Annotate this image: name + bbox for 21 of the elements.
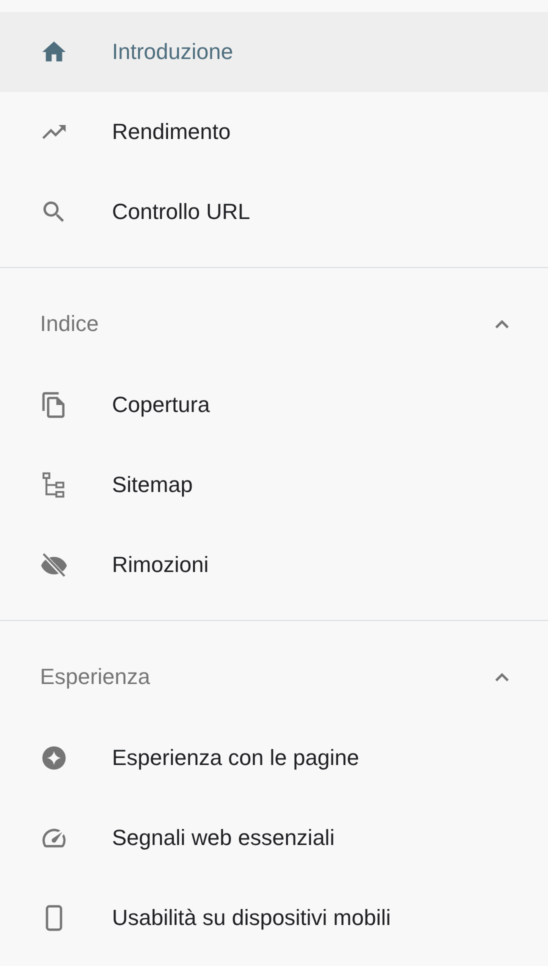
nav-item[interactable]: Introduzione xyxy=(0,12,548,92)
nav-item[interactable]: Esperienza con le pagine xyxy=(0,718,548,798)
eye-off-icon xyxy=(40,551,68,579)
nav-item[interactable]: Rendimento xyxy=(0,92,548,172)
section-title: Esperienza xyxy=(40,664,150,690)
nav-item[interactable]: Sitemap xyxy=(0,445,548,525)
nav-item[interactable]: Rimozioni xyxy=(0,525,548,605)
section-title: Indice xyxy=(40,311,99,337)
nav-label: Controllo URL xyxy=(112,199,250,225)
nav-item[interactable]: Usabilità su dispositivi mobili xyxy=(0,878,548,958)
nav-item[interactable]: Segnali web essenziali xyxy=(0,798,548,878)
nav-label: Segnali web essenziali xyxy=(112,825,335,851)
nav-label: Introduzione xyxy=(112,39,234,65)
nav-label: Sitemap xyxy=(112,472,193,498)
nav-item[interactable]: Copertura xyxy=(0,365,548,445)
nav-label: Rimozioni xyxy=(112,552,209,578)
nav-label: Copertura xyxy=(112,392,210,418)
nav-label: Usabilità su dispositivi mobili xyxy=(112,905,391,931)
nav-label: Esperienza con le pagine xyxy=(112,745,360,771)
nav-item[interactable]: Controllo URL xyxy=(0,172,548,252)
nav-label: Rendimento xyxy=(112,119,231,145)
